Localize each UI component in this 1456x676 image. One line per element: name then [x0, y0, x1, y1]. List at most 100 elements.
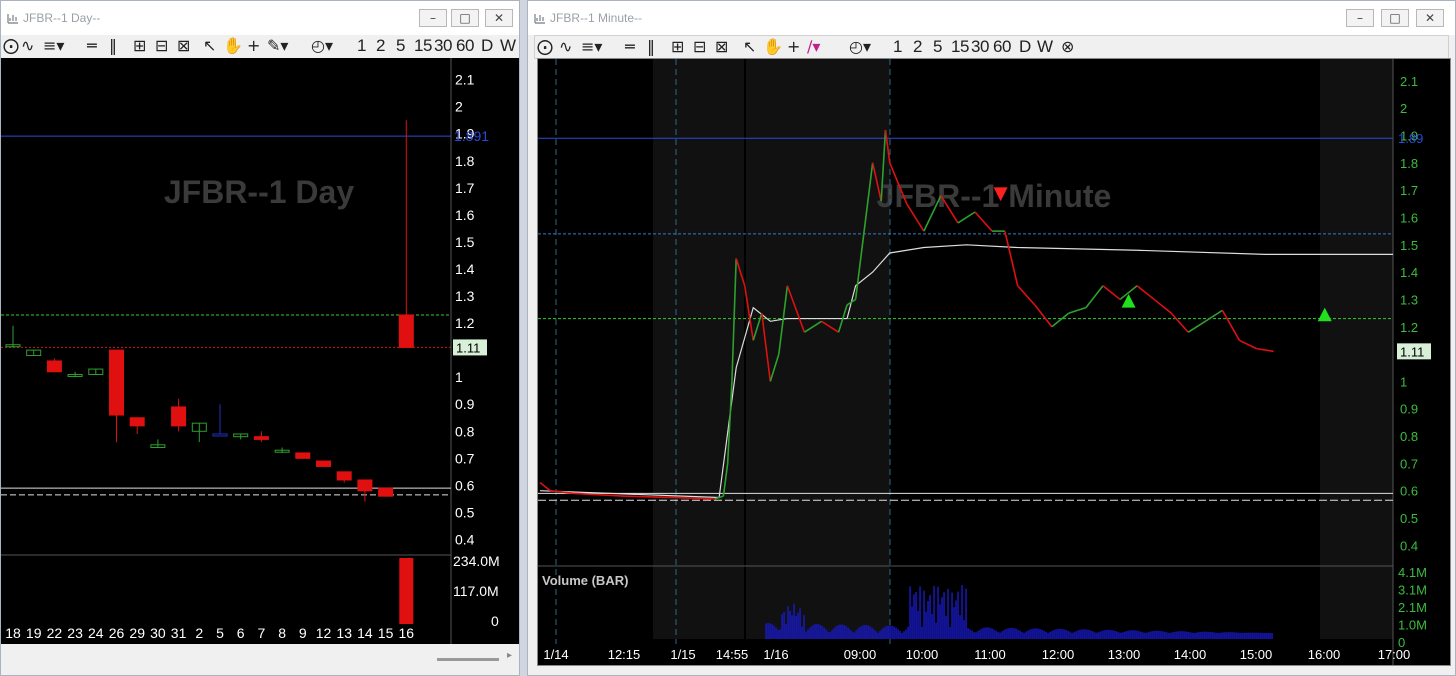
hand-icon[interactable]: ✋ [223, 35, 243, 57]
timeframe-2[interactable]: 2 [376, 35, 385, 57]
fit-icon[interactable]: ⊠ [715, 36, 728, 58]
zoom-out-icon[interactable]: ⊟ [693, 36, 706, 58]
time-tick-label: 12:15 [608, 647, 641, 662]
time-tick-label: 14:55 [716, 647, 749, 662]
price-tick-label: 1.7 [1400, 183, 1418, 198]
title-bar[interactable]: JFBR--1 Day-- – □ ✕ [1, 1, 519, 35]
price-tick-label: 1.5 [455, 234, 475, 250]
pencil-icon[interactable]: ✎▾ [267, 35, 288, 57]
minute-chart-area[interactable]: JFBR--1 Minute 2.1 2 1.9 1.8 1.7 1.6 1.5 1.4 1.3 1… [537, 58, 1451, 666]
time-tick-label: 09:00 [844, 647, 877, 662]
date-tick-label: 8 [278, 625, 286, 641]
volume-tick-label: 234.0M [453, 553, 500, 569]
scroll-bar[interactable]: ▸ [1, 644, 519, 675]
maximize-button[interactable]: □ [1381, 9, 1409, 27]
price-tick-label: 1.8 [1400, 156, 1418, 171]
time-tick-label: 13:00 [1108, 647, 1141, 662]
price-tick-label: 1.7 [455, 180, 475, 196]
horizontal-line-icon[interactable]: ═ [87, 35, 97, 57]
chart-toolbar: ⨀ ∿ ≡▾ ═ ‖ ⊞ ⊟ ⊠ ↖ ✋ + ✎▾ ◴▾ 1 2 5 15 30… [1, 35, 519, 57]
fit-icon[interactable]: ⊠ [177, 35, 190, 57]
window-title: JFBR--1 Day-- [23, 11, 101, 25]
timeframe-1[interactable]: 1 [357, 35, 366, 57]
crosshair-icon[interactable]: + [247, 35, 260, 57]
title-bar[interactable]: JFBR--1 Minute-- – □ ✕ [528, 1, 1455, 35]
date-tick-label: 16 [399, 625, 415, 641]
hand-icon[interactable]: ✋ [763, 36, 783, 58]
date-tick-label: 15 [378, 625, 394, 641]
indicators-icon[interactable]: ≡▾ [581, 36, 602, 58]
daily-chart-svg: JFBR--1 Day2.121.91.81.71.61.51.41.31.21… [1, 58, 519, 644]
price-tick-label: 0.8 [1400, 429, 1418, 444]
scroll-right-arrow[interactable]: ▸ [507, 650, 512, 661]
timeframe-5[interactable]: 5 [396, 35, 405, 57]
timeframe-w[interactable]: W [500, 35, 516, 57]
volume-pane-title: Volume (BAR) [542, 573, 628, 588]
session-shading [653, 59, 744, 639]
line-style-icon[interactable]: ∿ [21, 35, 34, 57]
timeframe-1[interactable]: 1 [893, 36, 902, 58]
chart-icon [534, 14, 545, 24]
price-tick-label: 0.7 [1400, 456, 1418, 471]
price-tick-label: 0.9 [1400, 402, 1418, 417]
timeframe-2[interactable]: 2 [913, 36, 922, 58]
clock-icon[interactable]: ◴▾ [311, 35, 333, 57]
timeframe-60[interactable]: 60 [993, 36, 1011, 58]
vertical-lines-icon[interactable]: ‖ [647, 36, 655, 58]
price-tick-label: 1.3 [1400, 292, 1418, 307]
scroll-thumb[interactable] [437, 658, 499, 661]
chart-icon [7, 14, 18, 24]
horizontal-line-icon[interactable]: ═ [625, 36, 635, 58]
maximize-button[interactable]: □ [451, 9, 479, 27]
date-tick-label: 24 [88, 625, 104, 641]
date-tick-label: 31 [171, 625, 187, 641]
timeframe-60[interactable]: 60 [456, 35, 474, 57]
chart-background [1, 58, 519, 644]
minimize-button[interactable]: – [419, 9, 447, 27]
zoom-out-icon[interactable]: ⊟ [155, 35, 168, 57]
time-tick-label: 17:00 [1378, 647, 1411, 662]
line-style-icon[interactable]: ∿ [559, 36, 572, 58]
timeframe-15[interactable]: 15 [414, 35, 432, 57]
crosshair-icon[interactable]: + [787, 36, 800, 58]
close-chart-icon[interactable]: ⊗ [1061, 36, 1074, 58]
timeframe-30[interactable]: 30 [971, 36, 989, 58]
zoom-in-icon[interactable]: ⊞ [133, 35, 146, 57]
date-tick-label: 30 [150, 625, 166, 641]
cursor-icon[interactable]: ↖ [203, 35, 216, 57]
close-button[interactable]: ✕ [485, 9, 513, 27]
date-tick-label: 2 [195, 625, 203, 641]
time-tick-label: 1/15 [670, 647, 695, 662]
zoom-in-icon[interactable]: ⊞ [671, 36, 684, 58]
timeframe-30[interactable]: 30 [434, 35, 452, 57]
bar-chart-icon[interactable]: ⨀ [3, 35, 19, 57]
price-tick-label: 2.1 [455, 72, 475, 88]
cursor-icon[interactable]: ↖ [743, 36, 756, 58]
minute-chart-svg: JFBR--1 Minute2.121.91.81.71.61.51.41.31… [538, 59, 1450, 665]
close-button[interactable]: ✕ [1416, 9, 1444, 27]
clock-icon[interactable]: ◴▾ [849, 36, 871, 58]
candle-body [253, 436, 269, 440]
vertical-lines-icon[interactable]: ‖ [109, 35, 117, 57]
date-tick-label: 26 [109, 625, 125, 641]
minimize-button[interactable]: – [1346, 9, 1374, 27]
timeframe-5[interactable]: 5 [933, 36, 942, 58]
price-tick-label: 0.8 [455, 423, 475, 439]
indicators-icon[interactable]: ≡▾ [43, 35, 64, 57]
timeframe-w[interactable]: W [1037, 36, 1053, 58]
date-tick-label: 13 [336, 625, 352, 641]
time-tick-label: 1/16 [763, 647, 788, 662]
timeframe-15[interactable]: 15 [951, 36, 969, 58]
price-tick-label: 1.8 [455, 153, 475, 169]
trendline-icon[interactable]: ∕▾ [807, 36, 820, 58]
volume-tick-label: 1.0M [1398, 618, 1427, 633]
timeframe-d[interactable]: D [1019, 36, 1031, 58]
timeframe-d[interactable]: D [481, 35, 493, 57]
price-tick-label: 2 [1400, 101, 1407, 116]
bar-chart-icon[interactable]: ⨀ [537, 36, 553, 58]
price-tick-label: 2.1 [1400, 74, 1418, 89]
price-tick-label: 1.2 [455, 315, 475, 331]
price-tick-label: 0.6 [455, 477, 475, 493]
price-tick-label: 1.4 [1400, 265, 1418, 280]
daily-chart-area[interactable]: JFBR--1 Day 2.1 2 1.9 1.8 1.7 1.6 1.5 1.4 1.3 1.2 1… [1, 58, 519, 644]
